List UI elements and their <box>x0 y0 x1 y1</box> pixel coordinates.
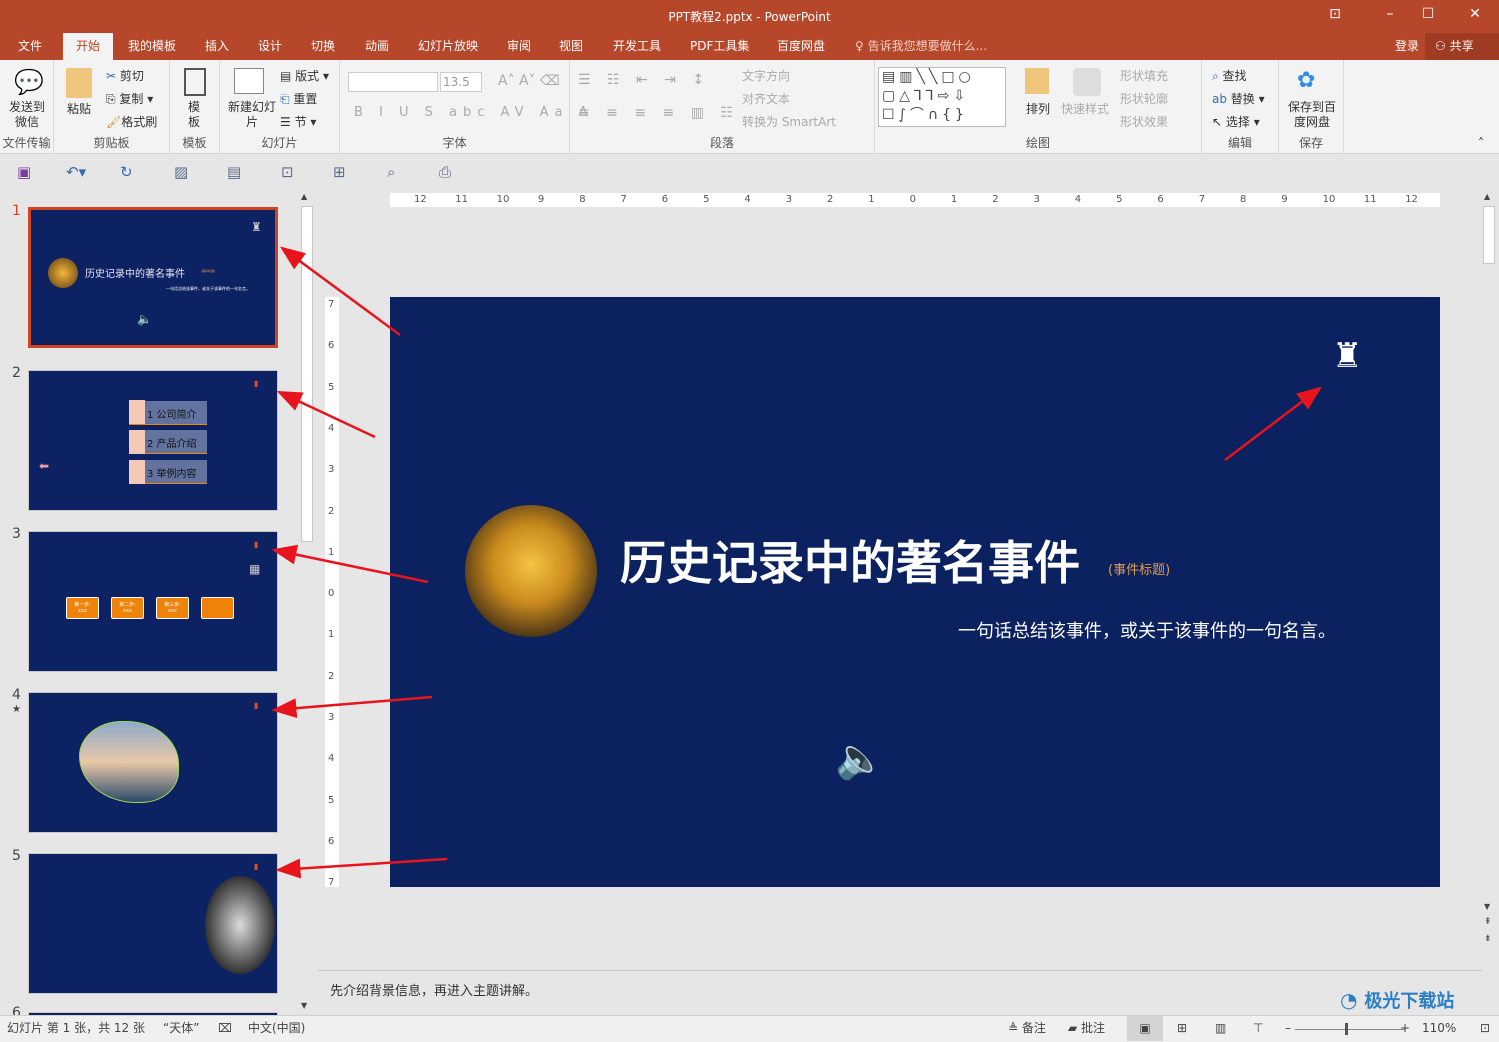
red-arrow <box>275 857 448 879</box>
red-arrow <box>279 246 401 337</box>
scroll-up-icon[interactable]: ▲ <box>1484 192 1490 201</box>
slideshow-icon[interactable]: ⊤ <box>1253 1021 1263 1035</box>
notes-icon: ≜ <box>1008 1021 1022 1035</box>
red-arrow <box>271 544 429 584</box>
next-slide-icon[interactable]: ⇟ <box>1484 934 1492 944</box>
zoom-in-button[interactable]: + <box>1400 1021 1410 1035</box>
watermark-logo: ◔ 极光下载站 <box>1340 988 1455 1012</box>
red-arrow <box>271 695 433 719</box>
reading-view-icon[interactable]: ▥ <box>1215 1021 1226 1035</box>
red-arrow <box>276 390 376 439</box>
scroll-thumb[interactable] <box>1483 206 1495 264</box>
fit-to-window-icon[interactable]: ⊡ <box>1480 1021 1490 1035</box>
zoom-slider-thumb[interactable] <box>1345 1023 1348 1035</box>
zoom-slider[interactable] <box>1295 1029 1405 1030</box>
prev-slide-icon[interactable]: ⇞ <box>1484 917 1492 927</box>
normal-view-icon[interactable]: ▣ <box>1127 1016 1163 1041</box>
notes-pane[interactable]: 先介绍背景信息，再进入主题讲解。 <box>318 970 1482 1015</box>
spellcheck-icon[interactable]: ⌧ <box>218 1021 232 1035</box>
zoom-out-button[interactable]: – <box>1285 1021 1291 1035</box>
watermark-text: 极光下载站 <box>1364 991 1455 1012</box>
scroll-down-icon[interactable]: ▼ <box>1484 902 1490 911</box>
red-arrow <box>1224 386 1322 461</box>
comments-button[interactable]: ▰ 批注 <box>1068 1021 1105 1035</box>
status-bar: 幻灯片 第 1 张，共 12 张 “天体” ⌧ 中文(中国) ≜ 备注 ▰ 批注… <box>0 1015 1499 1042</box>
language[interactable]: 中文(中国) <box>248 1021 305 1035</box>
notes-toggle-button[interactable]: ≜ 备注 <box>1008 1021 1046 1035</box>
zoom-level[interactable]: 110% <box>1422 1021 1456 1035</box>
slide-sorter-icon[interactable]: ⊞ <box>1177 1021 1187 1035</box>
comment-icon: ▰ <box>1068 1021 1082 1035</box>
notes-text[interactable]: 先介绍背景信息，再进入主题讲解。 <box>330 980 538 999</box>
annotation-arrows <box>271 246 1322 879</box>
slide-info: 幻灯片 第 1 张，共 12 张 <box>7 1021 145 1035</box>
editor-scrollbar[interactable]: ▲ ▼ ⇞ ⇟ <box>1482 192 1497 952</box>
theme-name: “天体” <box>163 1021 200 1035</box>
